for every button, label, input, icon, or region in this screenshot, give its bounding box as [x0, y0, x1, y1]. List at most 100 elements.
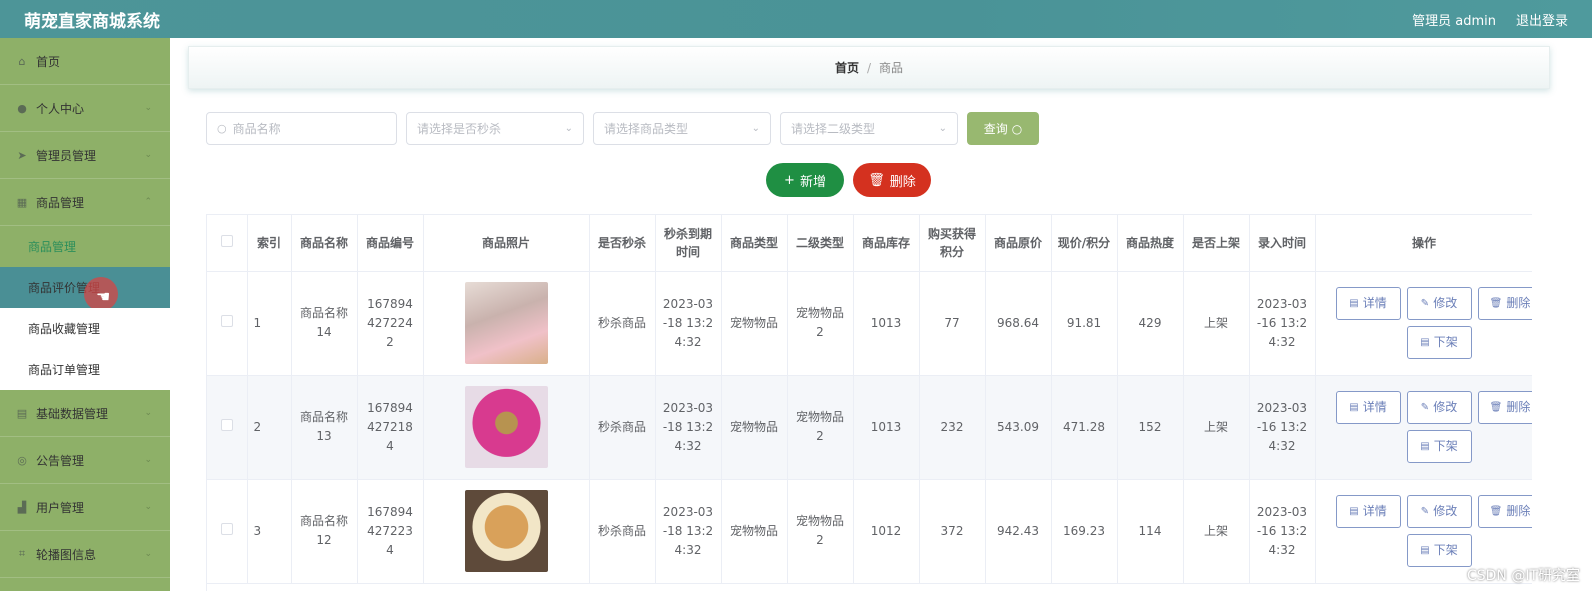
- detail-label: 详情: [1362, 296, 1387, 310]
- document-icon: ▤: [1349, 402, 1359, 413]
- table-row: 3 商品名称12 1678944272234 秒杀商品 2023-03-18 1…: [207, 479, 1532, 584]
- edit-button[interactable]: ✎ 修改: [1406, 287, 1472, 320]
- logout-link[interactable]: 退出登录: [1516, 10, 1568, 29]
- query-button[interactable]: 查询 ○: [967, 112, 1039, 145]
- cell-subtype: 宠物物品2: [787, 375, 854, 480]
- row-checkbox[interactable]: [220, 522, 233, 535]
- cell-expire: 2023-03-18 13:24:32: [655, 271, 722, 376]
- cell-created: 2023-03-16 13:24:32: [1249, 271, 1316, 376]
- chevron-down-icon: ⌄: [144, 103, 152, 113]
- cell-index: 2: [247, 375, 292, 480]
- cell-operations: ▤ 详情 ✎ 修改 🗑 删除 ▤ 下架: [1315, 271, 1532, 376]
- app-title: 萌宠直家商城系统: [24, 11, 160, 32]
- sidebar-item-carousel[interactable]: ⌗ 轮播图信息 ⌄: [0, 531, 170, 578]
- chevron-down-icon: ⌄: [564, 123, 573, 134]
- delete-label: 删除: [1506, 296, 1531, 310]
- send-icon: ➤: [17, 148, 27, 162]
- sidebar-item-users[interactable]: ▟ 用户管理 ⌄: [0, 484, 170, 531]
- sidebar-item-admin[interactable]: ➤ 管理员管理 ⌄: [0, 132, 170, 179]
- offshelf-label: 下架: [1433, 439, 1458, 453]
- sidebar-item-label: 个人中心: [36, 101, 85, 116]
- sidebar-item-home[interactable]: ⌂ 首页: [0, 38, 170, 85]
- column-header: 操作: [1315, 215, 1532, 272]
- cell-stock: 1013: [853, 271, 920, 376]
- sidebar-item-goods[interactable]: ▦ 商品管理 ⌃: [0, 179, 170, 226]
- cell-stock: 1012: [853, 479, 920, 584]
- users-icon: ▟: [17, 500, 27, 514]
- goods-type-select[interactable]: 请选择商品类型 ⌄: [593, 112, 771, 145]
- home-icon: ⌂: [18, 54, 26, 68]
- column-header: 商品原价: [985, 215, 1052, 272]
- sidebar-item-basic-data[interactable]: ▤ 基础数据管理 ⌄: [0, 390, 170, 437]
- notice-icon: ◎: [17, 453, 27, 467]
- sidebar-item-label: 用户管理: [36, 500, 85, 515]
- cell-points: 232: [919, 375, 986, 480]
- subtype-select[interactable]: 请选择二级类型 ⌄: [780, 112, 958, 145]
- detail-button[interactable]: ▤ 详情: [1335, 391, 1401, 424]
- row-checkbox[interactable]: [220, 314, 233, 327]
- product-photo[interactable]: [464, 282, 548, 364]
- breadcrumb-current: 商品: [879, 61, 904, 75]
- column-header: 商品库存: [853, 215, 920, 272]
- detail-button[interactable]: ▤ 详情: [1335, 287, 1401, 320]
- cell-name: 商品名称14: [291, 271, 358, 376]
- seckill-select[interactable]: 请选择是否秒杀 ⌄: [406, 112, 584, 145]
- cell-subtype: 宠物物品2: [787, 271, 854, 376]
- row-checkbox-cell[interactable]: [207, 479, 248, 584]
- batch-delete-button[interactable]: 🗑 删除: [853, 163, 931, 197]
- cell-on-shelf: 上架: [1183, 479, 1250, 584]
- chevron-down-icon: ⌄: [751, 123, 760, 134]
- column-header: 秒杀到期时间: [655, 215, 722, 272]
- cell-on-shelf: 上架: [1183, 375, 1250, 480]
- table-row: 1 商品名称14 1678944272242 秒杀商品 2023-03-18 1…: [207, 271, 1532, 376]
- trash-icon: 🗑: [1489, 298, 1503, 309]
- sidebar-item-label: 轮播图信息: [36, 547, 97, 562]
- offshelf-button[interactable]: ▤ 下架: [1406, 534, 1472, 567]
- subtype-placeholder: 请选择二级类型: [791, 122, 876, 136]
- submenu-item-goods-review[interactable]: 商品评价管理 ☚: [0, 267, 170, 311]
- submenu-item-goods-favorite[interactable]: 商品收藏管理: [0, 308, 170, 349]
- edit-button[interactable]: ✎ 修改: [1406, 495, 1472, 528]
- offshelf-button[interactable]: ▤ 下架: [1406, 326, 1472, 359]
- edit-label: 修改: [1433, 504, 1458, 518]
- product-photo[interactable]: [464, 490, 548, 572]
- row-checkbox-cell[interactable]: [207, 375, 248, 480]
- delete-button[interactable]: 🗑 删除: [1477, 391, 1532, 424]
- edit-button[interactable]: ✎ 修改: [1406, 391, 1472, 424]
- row-checkbox-cell[interactable]: [207, 271, 248, 376]
- submenu-item-goods[interactable]: 商品管理: [0, 226, 170, 267]
- sidebar-item-notice[interactable]: ◎ 公告管理 ⌄: [0, 437, 170, 484]
- goods-table: 索引 商品名称 商品编号 商品照片 是否秒杀 秒杀到期时间 商品类型 二级类型 …: [206, 214, 1532, 591]
- product-photo[interactable]: [464, 386, 548, 468]
- detail-button[interactable]: ▤ 详情: [1335, 495, 1401, 528]
- add-label: 新增: [799, 174, 826, 190]
- action-buttons: + 新增 🗑 删除: [766, 163, 931, 197]
- main-content: 首页 / 商品 ○ 商品名称 请选择是否秒杀 ⌄ 请选择商品类型 ⌄ 请选择二级…: [170, 38, 1592, 591]
- cell-photo: [423, 375, 590, 480]
- delete-button[interactable]: 🗑 删除: [1477, 495, 1532, 528]
- goods-type-placeholder: 请选择商品类型: [604, 122, 689, 136]
- detail-label: 详情: [1362, 400, 1387, 414]
- document-icon: ▤: [1420, 545, 1430, 556]
- row-checkbox[interactable]: [220, 418, 233, 431]
- chevron-down-icon: ⌄: [144, 502, 152, 512]
- select-all-checkbox-cell[interactable]: [207, 215, 248, 272]
- cell-index: 1: [247, 271, 292, 376]
- goods-name-input[interactable]: ○ 商品名称: [206, 112, 397, 145]
- header-actions: 管理员 admin 退出登录: [1412, 10, 1568, 29]
- column-header: 商品编号: [357, 215, 424, 272]
- cell-price: 169.23: [1051, 479, 1118, 584]
- sidebar-item-profile[interactable]: ● 个人中心 ⌄: [0, 85, 170, 132]
- breadcrumb-home[interactable]: 首页: [835, 59, 859, 76]
- offshelf-button[interactable]: ▤ 下架: [1406, 430, 1472, 463]
- delete-button[interactable]: 🗑 删除: [1477, 287, 1532, 320]
- search-bar: ○ 商品名称 请选择是否秒杀 ⌄ 请选择商品类型 ⌄ 请选择二级类型 ⌄ 查询 …: [206, 112, 1039, 145]
- add-button[interactable]: + 新增: [766, 163, 844, 197]
- column-header: 商品类型: [721, 215, 788, 272]
- sidebar-item-label: 公告管理: [36, 453, 85, 468]
- watermark: CSDN @IT研究室: [1466, 568, 1580, 584]
- select-all-checkbox[interactable]: [220, 234, 233, 247]
- data-icon: ▤: [16, 406, 28, 420]
- submenu-item-goods-order[interactable]: 商品订单管理: [0, 349, 170, 390]
